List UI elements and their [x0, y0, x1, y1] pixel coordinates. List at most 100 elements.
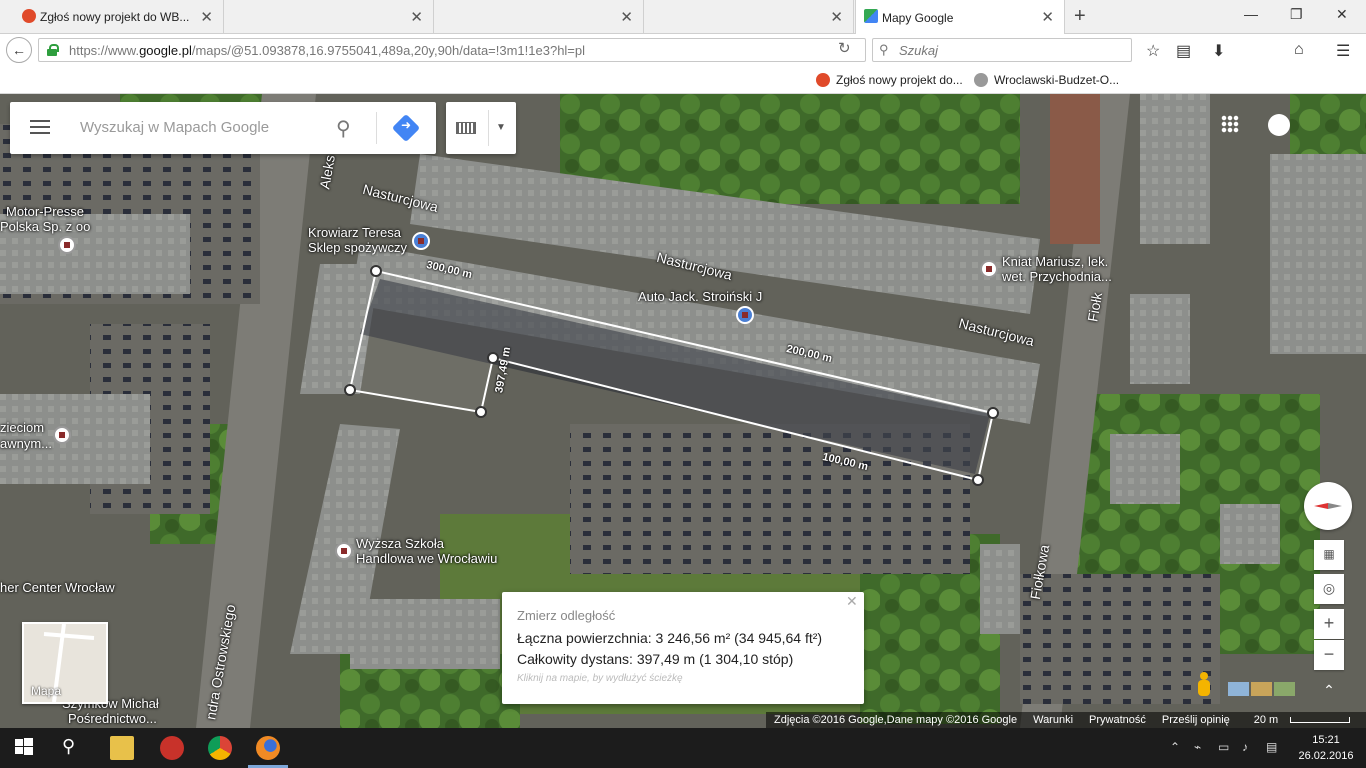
maps-search-input[interactable]: Wyszukaj w Mapach Google: [80, 119, 269, 136]
place-label[interactable]: Sklep spożywczy: [308, 240, 407, 255]
place-label[interactable]: wet. Przychodnia...: [1002, 269, 1112, 284]
poi-icon[interactable]: [53, 426, 71, 444]
car-service-icon[interactable]: [736, 306, 754, 324]
bookmark-zglos[interactable]: Zgłoś nowy projekt do...: [816, 73, 963, 87]
bookmark-wroclawski[interactable]: Wroclawski-Budzet-O...: [974, 73, 1119, 87]
search-icon[interactable]: ⚲: [336, 116, 351, 141]
url-bar[interactable]: https://www. google.pl/maps/@51.093878,16…: [38, 38, 866, 62]
bookmark-label: Wroclawski-Budzet-O...: [994, 73, 1120, 87]
url-domain: google.pl: [139, 42, 192, 58]
imagery-thumb[interactable]: [1228, 682, 1249, 696]
zoom-out-button[interactable]: −: [1314, 640, 1344, 670]
map-credits: Zdjęcia ©2016 Google,Dane mapy ©2016 Goo…: [774, 714, 1018, 726]
school-icon[interactable]: [335, 542, 353, 560]
battery-icon[interactable]: ▭: [1218, 740, 1229, 754]
compass-icon[interactable]: [1304, 482, 1352, 530]
firefox-icon[interactable]: [256, 736, 280, 760]
back-button[interactable]: ←: [6, 37, 32, 63]
place-label[interactable]: Wyższa Szkoła: [356, 536, 444, 551]
tab-4[interactable]: ✕: [644, 0, 854, 34]
chevron-up-icon[interactable]: ⌃: [1314, 676, 1344, 706]
new-tab-icon[interactable]: +: [1074, 5, 1086, 28]
poi-icon[interactable]: [58, 236, 76, 254]
tab-close-icon[interactable]: ✕: [410, 8, 423, 26]
tab-close-icon[interactable]: ✕: [830, 8, 843, 26]
imagery-thumb[interactable]: [1274, 682, 1295, 696]
place-label[interactable]: Kniat Mariusz, lek.: [1002, 254, 1108, 269]
place-label[interactable]: Motor-Presse: [6, 204, 84, 219]
download-icon[interactable]: ⬇: [1212, 41, 1225, 61]
place-label[interactable]: Polska Sp. z oo: [0, 219, 90, 234]
search-icon[interactable]: ⚲: [62, 736, 86, 760]
place-label[interactable]: zieciom: [0, 420, 44, 435]
maps-search-box[interactable]: Wyszukaj w Mapach Google ⚲: [10, 102, 436, 154]
tab-mapy-google[interactable]: Mapy Google ✕: [855, 0, 1065, 35]
map-canvas[interactable]: Motor-Presse Polska Sp. z oo Krowiarz Te…: [0, 94, 1366, 728]
nav-bar: ← https://www. google.pl/maps/@51.093878,…: [0, 34, 1366, 66]
minimize-icon[interactable]: —: [1244, 6, 1258, 22]
poi-icon[interactable]: [980, 260, 998, 278]
place-label[interactable]: Handlowa we Wrocławiu: [356, 551, 497, 566]
chevron-down-icon[interactable]: ▼: [496, 122, 506, 133]
hamburger-menu-icon[interactable]: [30, 120, 50, 136]
tab-bar: Zgłoś nowy projekt do WB... ✕ ✕ ✕ ✕ Mapy…: [0, 0, 1366, 35]
measure-distance-card: Zmierz odległość Łączna powierzchnia: 3 …: [502, 592, 864, 704]
place-label[interactable]: Auto Jack. Stroiński J: [638, 289, 762, 304]
imagery-thumb[interactable]: [1251, 682, 1272, 696]
measure-title: Zmierz odległość: [517, 608, 616, 623]
account-icon[interactable]: [1268, 114, 1290, 136]
place-label[interactable]: Krowiarz Teresa: [308, 225, 401, 240]
shopping-cart-icon[interactable]: [412, 232, 430, 250]
home-icon[interactable]: ⌂: [1294, 41, 1304, 59]
privacy-link[interactable]: Prywatność: [1089, 714, 1146, 726]
restore-icon[interactable]: ❐: [1290, 6, 1303, 23]
directions-icon[interactable]: [391, 113, 421, 143]
input-tools-button[interactable]: ▼: [446, 102, 516, 154]
browser-search-input[interactable]: ⚲ Szukaj: [872, 38, 1132, 62]
tab-3[interactable]: ✕: [434, 0, 644, 34]
tab-zglos[interactable]: Zgłoś nowy projekt do WB... ✕: [14, 0, 224, 34]
feedback-link[interactable]: Prześlij opinię: [1162, 714, 1230, 726]
network-icon[interactable]: ⌁: [1194, 740, 1201, 754]
menu-icon[interactable]: ☰: [1336, 41, 1350, 61]
tab-2[interactable]: ✕: [224, 0, 434, 34]
place-label[interactable]: Pośrednictwo...: [68, 711, 157, 726]
place-label[interactable]: awnym...: [0, 436, 52, 451]
map-type-toggle[interactable]: Mapa: [22, 622, 108, 704]
windows-start-icon[interactable]: [14, 736, 38, 760]
close-icon[interactable]: ✕: [846, 593, 858, 610]
zoom-in-button[interactable]: +: [1314, 609, 1344, 639]
tab-close-icon[interactable]: ✕: [200, 8, 213, 26]
url-prefix: https://www.: [69, 42, 140, 58]
chrome-icon[interactable]: [208, 736, 232, 760]
notifications-icon[interactable]: ▤: [1266, 740, 1277, 754]
my-location-icon[interactable]: ◎: [1314, 574, 1344, 604]
map-footer: Zdjęcia ©2016 Google,Dane mapy ©2016 Goo…: [766, 712, 1366, 728]
clock[interactable]: 15:21 26.02.2016: [1296, 732, 1356, 764]
map-type-label: Mapa: [31, 684, 62, 698]
bookmark-favicon-icon: [816, 73, 830, 87]
measure-hint: Kliknij na mapie, by wydłużyć ścieżkę: [517, 673, 683, 684]
place-label[interactable]: her Center Wrocław: [0, 580, 115, 595]
apps-grid-icon[interactable]: [1221, 115, 1239, 133]
windows-logo: [15, 738, 33, 755]
scale-bar: [1290, 717, 1351, 723]
imagery-thumbnails[interactable]: [1228, 682, 1298, 696]
file-explorer-icon[interactable]: [110, 736, 134, 760]
tilt-toggle-icon[interactable]: ▦: [1314, 540, 1344, 570]
close-window-icon[interactable]: ✕: [1336, 6, 1348, 23]
bookmarks-bar: Zgłoś nowy projekt do... Wroclawski-Budz…: [0, 66, 1366, 94]
bookmark-star-icon[interactable]: ☆: [1146, 41, 1160, 61]
scale[interactable]: 20 m: [1246, 714, 1351, 726]
divider: [376, 112, 377, 144]
pegman-icon[interactable]: [1196, 672, 1212, 698]
tab-close-icon[interactable]: ✕: [620, 8, 633, 26]
tab-title: Mapy Google: [882, 10, 954, 25]
app-icon[interactable]: [160, 736, 184, 760]
library-icon[interactable]: ▤: [1176, 41, 1191, 61]
tray-chevron-icon[interactable]: ⌃: [1170, 740, 1180, 754]
reload-icon[interactable]: ↻: [838, 39, 851, 57]
tab-close-icon[interactable]: ✕: [1041, 8, 1054, 26]
terms-link[interactable]: Warunki: [1033, 714, 1073, 726]
volume-icon[interactable]: ♪: [1242, 740, 1248, 754]
